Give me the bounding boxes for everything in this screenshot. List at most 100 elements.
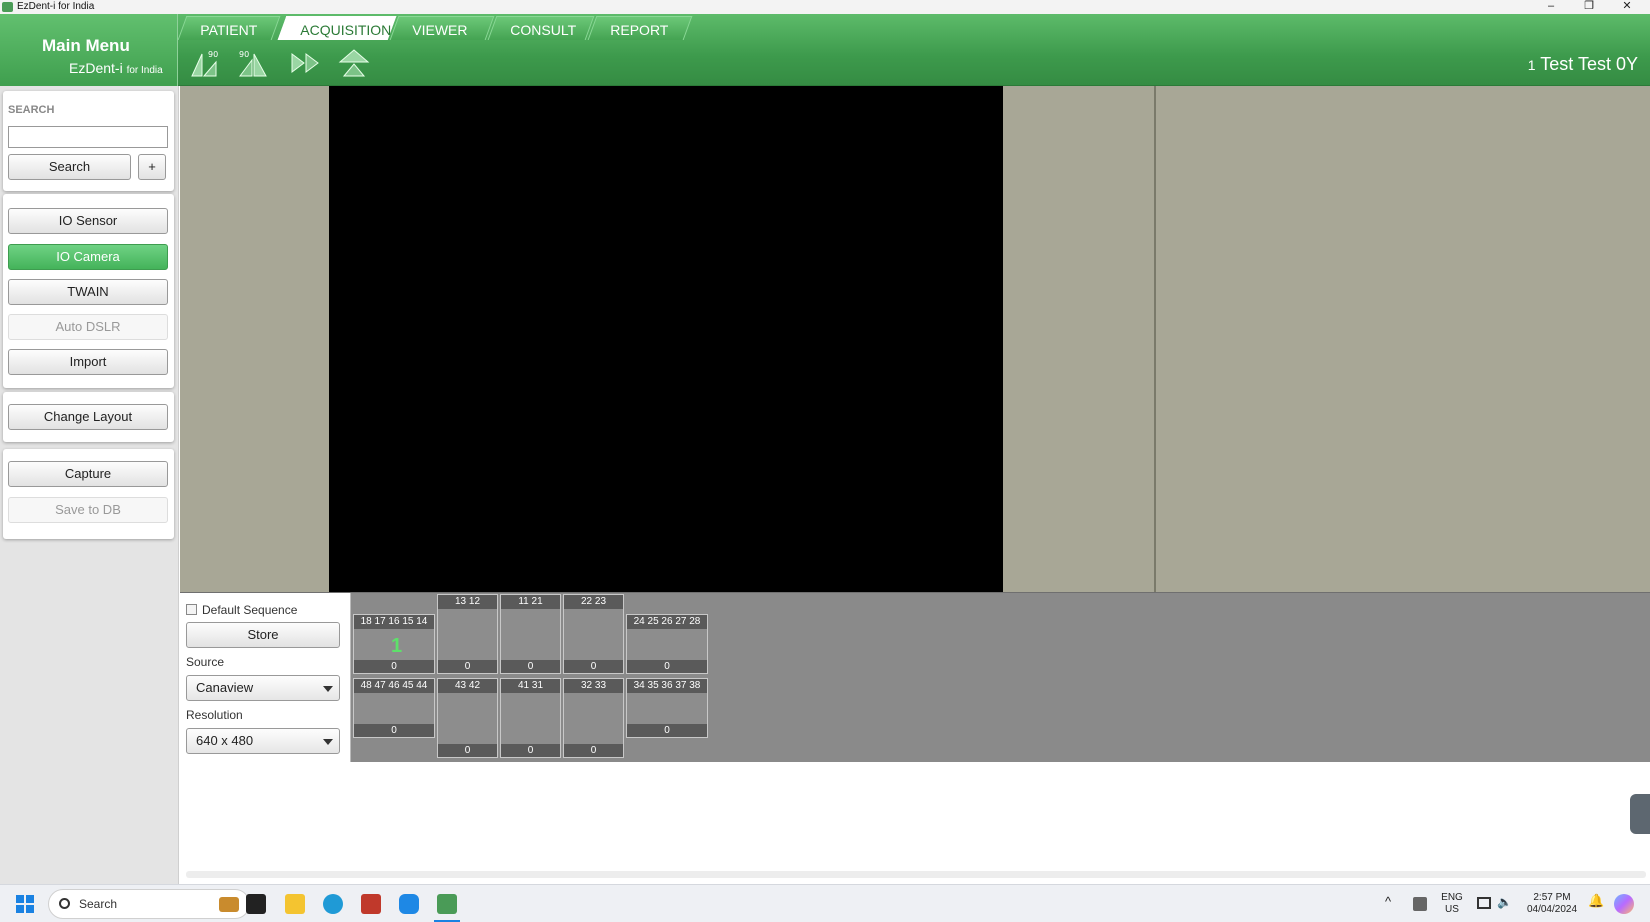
close-button[interactable]: ✕	[1608, 0, 1646, 14]
default-sequence-checkbox[interactable]	[186, 604, 197, 615]
notification-bell-icon[interactable]: 🔔	[1588, 894, 1604, 907]
tooth-numbers: 48 47 46 45 44	[354, 679, 434, 693]
search-card: SEARCH Search +	[3, 91, 174, 191]
clock[interactable]: 2:57 PM 04/04/2024	[1522, 892, 1582, 916]
image-count: 0	[627, 660, 707, 673]
tooth-numbers: 24 25 26 27 28	[627, 615, 707, 629]
task-view-icon[interactable]	[246, 894, 266, 914]
patient-info: 1 Test Test 0Y	[1528, 54, 1638, 75]
thumbnail-area	[180, 762, 1650, 884]
search-input[interactable]	[8, 126, 168, 148]
taskbar-search[interactable]: Search	[48, 889, 250, 919]
image-count: 0	[627, 724, 707, 737]
tooth-slot[interactable]: 41 31 0	[500, 678, 561, 758]
acquisition-controls: Default Sequence Store Source Canaview R…	[180, 593, 351, 763]
tooth-slot[interactable]: 11 21 0	[500, 594, 561, 674]
region-code: US	[1445, 904, 1459, 915]
flip-horizontal-icon[interactable]	[286, 48, 322, 78]
main-menu-title: Main Menu	[42, 36, 130, 55]
language-indicator[interactable]: ENG US	[1439, 892, 1465, 916]
tab-report[interactable]: REPORT	[587, 16, 693, 40]
flip-vertical-icon[interactable]	[336, 48, 372, 78]
tooth-numbers: 13 12	[438, 595, 497, 609]
image-count: 0	[564, 744, 623, 757]
tray-app-icon[interactable]	[1413, 897, 1427, 911]
tooth-slot[interactable]: 24 25 26 27 28 0	[626, 614, 708, 674]
chevron-down-icon	[323, 686, 333, 692]
tooth-numbers: 43 42	[438, 679, 497, 693]
brand-name: EzDent-i	[69, 60, 123, 76]
tooth-slot[interactable]: 13 12 0	[437, 594, 498, 674]
import-button[interactable]: Import	[8, 349, 168, 375]
auto-dslr-button: Auto DSLR	[8, 314, 168, 340]
image-count: 0	[438, 660, 497, 673]
tooth-slot[interactable]: 34 35 36 37 38 0	[626, 678, 708, 738]
tooth-slot[interactable]: 48 47 46 45 44 0	[353, 678, 435, 738]
rotate-right-90-icon[interactable]: 90	[236, 48, 272, 78]
tooth-slot[interactable]: 22 23 0	[563, 594, 624, 674]
tooth-numbers: 11 21	[501, 595, 560, 609]
search-button[interactable]: Search	[8, 154, 131, 180]
rotate-left-90-icon[interactable]: 90	[186, 48, 222, 78]
default-sequence-label: Default Sequence	[202, 603, 298, 617]
tab-viewer[interactable]: VIEWER	[389, 16, 495, 40]
tooth-slot[interactable]: 43 42 0	[437, 678, 498, 758]
add-patient-button[interactable]: +	[138, 154, 166, 180]
change-layout-button[interactable]: Change Layout	[8, 404, 168, 430]
volume-icon[interactable]: 🔈	[1497, 896, 1512, 908]
source-value: Canaview	[196, 680, 254, 695]
io-camera-button[interactable]: IO Camera	[8, 244, 168, 270]
clock-time: 2:57 PM	[1533, 892, 1571, 903]
restore-button[interactable]: ❐	[1570, 0, 1608, 14]
chevron-up-icon[interactable]: ^	[1385, 895, 1391, 908]
calendar-app-icon[interactable]	[361, 894, 381, 914]
tab-label: ACQUISITION	[300, 22, 392, 38]
windows-start-icon[interactable]	[15, 894, 35, 914]
resolution-label: Resolution	[186, 708, 243, 722]
network-icon[interactable]	[1477, 897, 1491, 909]
tab-label: REPORT	[610, 22, 669, 38]
app-header: Main Menu EzDent-i for India PATIENT ACQ…	[0, 14, 1650, 86]
rotate-label: 90	[208, 50, 218, 59]
tab-consult[interactable]: CONSULT	[487, 16, 595, 40]
taskbar: Search ^ ENG US 🔈 2:57 PM 04/04/2024 🔔	[0, 884, 1650, 922]
search-label: SEARCH	[8, 104, 55, 116]
image-count: 0	[438, 744, 497, 757]
io-sensor-button[interactable]: IO Sensor	[8, 208, 168, 234]
taskbar-search-placeholder: Search	[79, 897, 118, 911]
main-menu[interactable]: Main Menu EzDent-i for India	[0, 14, 178, 86]
tooth-numbers: 41 31	[501, 679, 560, 693]
image-count: 0	[501, 744, 560, 757]
tooth-slot[interactable]: 18 17 16 15 14 1 0	[353, 614, 435, 674]
edge-browser-icon[interactable]	[323, 894, 343, 914]
side-panel-toggle[interactable]	[1630, 794, 1650, 834]
search-icon	[59, 898, 70, 909]
teamviewer-icon[interactable]	[399, 894, 419, 914]
window-title: EzDent-i for India	[17, 1, 95, 12]
tooth-numbers: 34 35 36 37 38	[627, 679, 707, 693]
layout-card: Change Layout	[3, 392, 174, 442]
title-bar: EzDent-i for India – ❐ ✕	[0, 0, 1650, 14]
store-button[interactable]: Store	[186, 622, 340, 648]
copilot-icon[interactable]	[1614, 894, 1634, 914]
tab-label: PATIENT	[200, 22, 258, 38]
image-count: 0	[564, 660, 623, 673]
minimize-button[interactable]: –	[1532, 0, 1570, 14]
tooth-numbers: 22 23	[564, 595, 623, 609]
tooth-slot[interactable]: 32 33 0	[563, 678, 624, 758]
twain-button[interactable]: TWAIN	[8, 279, 168, 305]
tab-acquisition[interactable]: ACQUISITION	[277, 16, 397, 40]
capture-button[interactable]: Capture	[8, 461, 168, 487]
camera-preview[interactable]	[329, 86, 1003, 592]
language-code: ENG	[1441, 892, 1463, 903]
tooth-numbers: 18 17 16 15 14	[354, 615, 434, 629]
clock-date: 04/04/2024	[1526, 904, 1578, 915]
resolution-select[interactable]: 640 x 480	[186, 728, 340, 754]
file-explorer-icon[interactable]	[285, 894, 305, 914]
horizontal-scrollbar[interactable]	[186, 871, 1646, 878]
tab-patient[interactable]: PATIENT	[177, 16, 281, 40]
brand-label: EzDent-i for India	[69, 60, 163, 76]
source-select[interactable]: Canaview	[186, 675, 340, 701]
ezdent-app-icon[interactable]	[437, 894, 457, 914]
brand-suffix: for India	[126, 65, 163, 76]
